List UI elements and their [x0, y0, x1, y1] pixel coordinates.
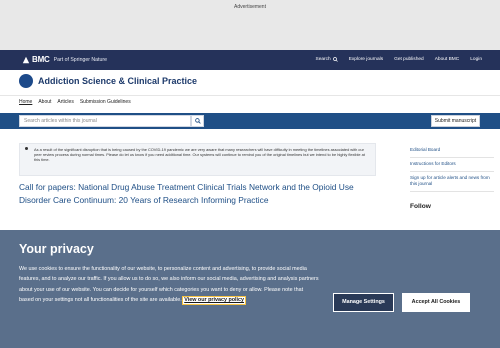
nav-explore-label: Explore journals	[348, 57, 384, 62]
nav-explore-journals-link[interactable]: Explore journals	[349, 57, 383, 62]
sidebar-article-alerts[interactable]: Sign up for article alerts and news from…	[410, 172, 494, 192]
sub-nav-articles[interactable]: Articles	[57, 99, 73, 105]
privacy-body: We use cookies to ensure the functionali…	[19, 266, 319, 303]
privacy-policy-link[interactable]: View our privacy policy	[182, 295, 247, 305]
journal-sub-navigation: Home About Articles Submission Guideline…	[19, 99, 131, 105]
notice-bullet	[25, 147, 28, 150]
advertisement-label: Advertisement	[234, 4, 266, 10]
journal-title[interactable]: Addiction Science & Clinical Practice	[38, 76, 197, 86]
journal-logo-icon	[19, 74, 33, 88]
brand[interactable]: BMC Part of Springer Nature	[22, 55, 107, 64]
sub-nav-submission-guidelines[interactable]: Submission Guidelines	[80, 99, 131, 105]
submit-manuscript-button[interactable]: Submit manuscript	[431, 115, 480, 127]
article-title-link[interactable]: Call for papers: National Drug Abuse Tre…	[19, 181, 381, 206]
nav-links: Search Explore journals Get published Ab…	[316, 57, 483, 62]
sidebar-links: Editorial Board Instructions for Editors…	[410, 144, 494, 192]
search-icon	[332, 57, 338, 62]
sub-nav-about[interactable]: About	[38, 99, 51, 105]
follow-heading: Follow	[410, 203, 431, 210]
sidebar-editorial-board[interactable]: Editorial Board	[410, 144, 494, 158]
top-navigation: BMC Part of Springer Nature Search Explo…	[0, 50, 500, 70]
bmc-logo[interactable]: BMC	[22, 55, 50, 64]
journal-search-button[interactable]	[191, 115, 204, 127]
privacy-title: Your privacy	[19, 242, 94, 256]
covid-notice: As a result of the significant disruptio…	[19, 143, 376, 176]
accept-all-cookies-button[interactable]: Accept All Cookies	[402, 293, 470, 312]
nav-search-label: Search	[315, 57, 331, 62]
nav-get-published-link[interactable]: Get published	[394, 57, 424, 62]
bmc-logo-icon	[22, 56, 30, 63]
nav-login-link[interactable]: Login	[470, 57, 482, 62]
search-icon	[194, 118, 201, 124]
bmc-logo-text: BMC	[32, 55, 50, 64]
sidebar-instructions-for-editors[interactable]: Instructions for Editors	[410, 158, 494, 172]
brand-tagline: Part of Springer Nature	[53, 56, 107, 63]
covid-notice-text: As a result of the significant disruptio…	[34, 147, 365, 163]
nav-search-link[interactable]: Search	[316, 57, 338, 62]
sub-nav-home[interactable]: Home	[19, 99, 32, 105]
privacy-text: We use cookies to ensure the functionali…	[19, 264, 319, 305]
journal-search-input[interactable]: Search articles within this journal	[19, 115, 191, 127]
nav-about-bmc-link[interactable]: About BMC	[435, 57, 460, 62]
manage-settings-button[interactable]: Manage Settings	[333, 293, 394, 312]
advertisement-area: Advertisement	[0, 0, 500, 50]
